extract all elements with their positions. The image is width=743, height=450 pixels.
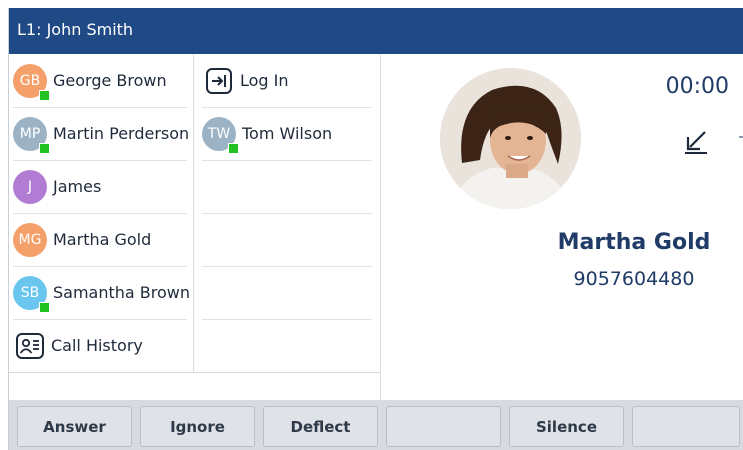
presence-indicator	[39, 89, 50, 101]
avatar: SB	[13, 275, 50, 313]
login-label: Log In	[240, 71, 289, 90]
login-icon	[204, 66, 234, 96]
contact-name: Martha Gold	[53, 230, 152, 249]
presence-indicator	[228, 142, 239, 154]
empty-key[interactable]	[202, 160, 372, 213]
avatar: GB	[13, 63, 50, 101]
contact-james[interactable]: J James	[13, 160, 187, 213]
avatar: MG	[13, 222, 47, 257]
divider	[9, 372, 380, 373]
presence-indicator	[39, 142, 50, 154]
title-bar: L1: John Smith	[9, 8, 743, 54]
silence-button[interactable]: Silence	[509, 406, 624, 447]
caller-name: Martha Gold	[557, 230, 711, 255]
empty-key[interactable]	[202, 266, 372, 319]
caller-number: 9057604480	[573, 268, 695, 290]
avatar: MP	[13, 116, 50, 154]
empty-softkey[interactable]	[632, 406, 740, 447]
empty-softkey[interactable]	[386, 406, 501, 447]
presence-indicator	[39, 301, 50, 313]
answer-button[interactable]: Answer	[17, 406, 132, 447]
contact-samantha-brown[interactable]: SB Samantha Brown	[13, 266, 191, 319]
main-content: GB George Brown MP Martin Perderson J Ja…	[9, 54, 743, 400]
contact-tom-wilson[interactable]: TW Tom Wilson	[202, 107, 372, 160]
incoming-call-arrow-icon	[681, 126, 711, 156]
ignore-button[interactable]: Ignore	[140, 406, 255, 447]
scroll-indicator	[739, 136, 743, 138]
contact-martha-gold[interactable]: MG Martha Gold	[13, 213, 187, 266]
line-title: L1: John Smith	[17, 20, 134, 39]
contact-card-icon	[15, 331, 45, 361]
caller-photo	[440, 68, 581, 209]
softkey-bar: Answer Ignore Deflect Silence	[9, 400, 743, 450]
pane-divider	[380, 54, 381, 400]
call-history-label: Call History	[51, 336, 143, 355]
empty-key[interactable]	[202, 319, 372, 372]
empty-key[interactable]	[202, 213, 372, 266]
call-timer: 00:00	[665, 74, 729, 99]
login-button[interactable]: Log In	[202, 54, 372, 107]
contact-martin-perderson[interactable]: MP Martin Perderson	[13, 107, 190, 160]
avatar: TW	[202, 116, 239, 154]
avatar: J	[13, 169, 47, 204]
contact-name: James	[53, 177, 102, 196]
contact-name: Tom Wilson	[242, 124, 333, 143]
favorites-column-1: GB George Brown MP Martin Perderson J Ja…	[9, 54, 194, 372]
contact-name: Martin Perderson	[53, 124, 190, 143]
deflect-button[interactable]: Deflect	[263, 406, 378, 447]
phone-screen: L1: John Smith GB George Brown MP Martin…	[8, 8, 743, 450]
favorites-column-2: Log In TW Tom Wilson	[194, 54, 380, 372]
contact-george-brown[interactable]: GB George Brown	[13, 54, 187, 107]
contact-name: George Brown	[53, 71, 167, 90]
contact-name: Samantha Brown	[53, 283, 191, 302]
call-history-button[interactable]: Call History	[13, 319, 187, 372]
